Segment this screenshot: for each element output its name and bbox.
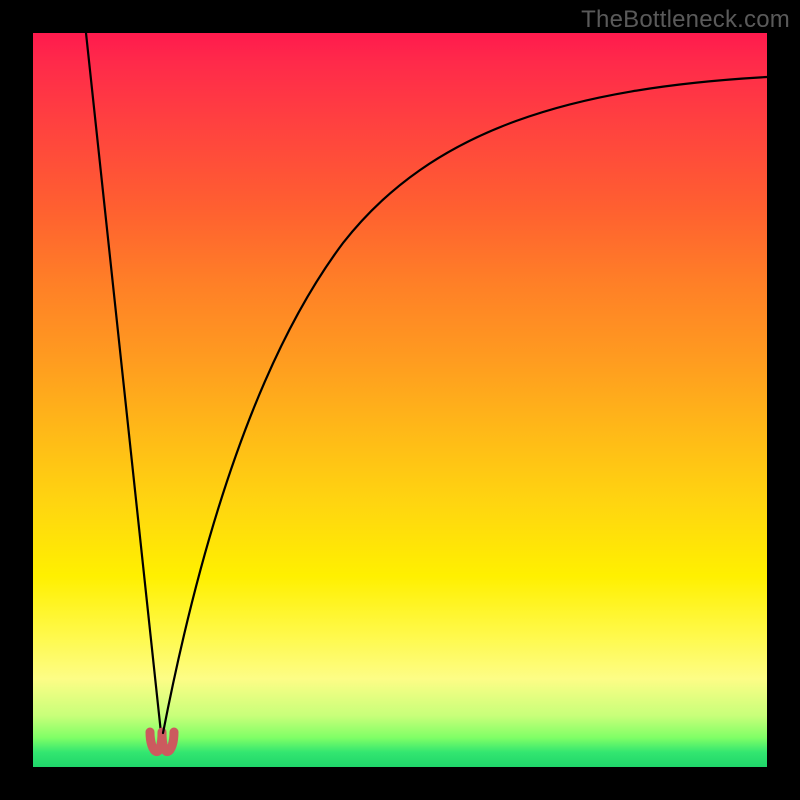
plot-area bbox=[33, 33, 767, 767]
trough-marker bbox=[150, 732, 174, 752]
curve-right-branch bbox=[163, 77, 767, 733]
curve-left-branch bbox=[86, 33, 161, 733]
bottleneck-curve bbox=[33, 33, 767, 767]
chart-frame: TheBottleneck.com bbox=[0, 0, 800, 800]
watermark-text: TheBottleneck.com bbox=[581, 6, 790, 34]
